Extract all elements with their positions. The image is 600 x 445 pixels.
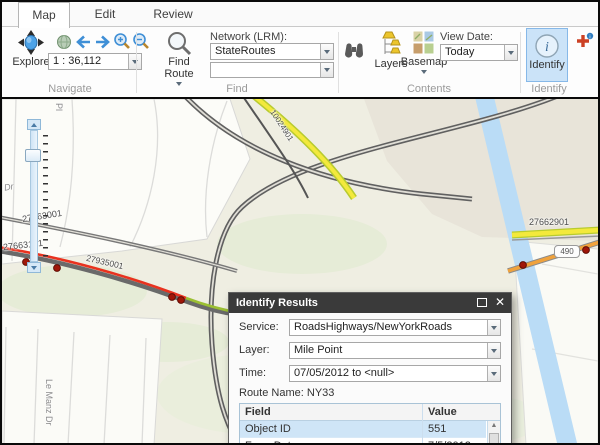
tab-strip: Map Edit Review [2, 2, 598, 27]
map-scale-value: 1 : 36,112 [53, 54, 126, 69]
maximize-icon[interactable] [477, 298, 487, 307]
value-cell: 7/5/2012 [428, 438, 471, 443]
chevron-down-icon [508, 51, 514, 55]
identify-results-dialog: Identify Results ✕ Service: RoadsHighway… [228, 292, 512, 443]
find-route-label-1: Find [168, 56, 189, 68]
tab-map[interactable]: Map [18, 2, 70, 28]
zoom-slider-ticks [43, 135, 48, 257]
field-cell: From Date [245, 438, 297, 443]
service-combobox[interactable]: RoadsHighways/NewYorkRoads [289, 319, 501, 336]
identify-icon: i [534, 33, 560, 59]
route-value-combobox[interactable] [210, 62, 334, 78]
view-date-dropdown[interactable] [504, 45, 517, 60]
svg-text:i: i [589, 34, 590, 40]
table-row[interactable]: From Date 7/5/2012 [240, 438, 486, 443]
route-name-value: NY33 [307, 387, 335, 399]
zoom-slider-down-button[interactable] [27, 262, 41, 273]
chevron-down-icon [132, 60, 138, 64]
layer-label: Layer: [239, 344, 270, 356]
table-header: Field Value [240, 404, 500, 421]
scrollbar-thumb[interactable] [489, 433, 499, 443]
view-date-label: View Date: [440, 31, 493, 43]
group-label-contents: Contents [338, 83, 520, 96]
identify-button[interactable]: i Identify [526, 28, 568, 82]
time-dropdown[interactable] [487, 366, 500, 381]
tab-edit[interactable]: Edit [80, 2, 130, 27]
identify-route-tool-icon[interactable]: i [574, 32, 594, 51]
explore-label: Explore [12, 56, 49, 68]
route-value-dropdown[interactable] [320, 63, 333, 77]
map-scale-combobox[interactable]: 1 : 36,112 [48, 53, 142, 70]
svg-text:i: i [545, 40, 549, 55]
globe-icon[interactable] [56, 34, 72, 50]
layer-dropdown[interactable] [487, 343, 500, 358]
forward-arrow-icon[interactable] [94, 34, 111, 50]
view-date-combobox[interactable]: Today [440, 44, 518, 61]
zoom-out-icon[interactable] [132, 32, 150, 50]
network-lrm-label: Network (LRM): [210, 31, 287, 43]
network-lrm-value: StateRoutes [215, 44, 318, 59]
chevron-down-icon [491, 372, 497, 376]
map-scale-dropdown[interactable] [128, 54, 141, 69]
field-cell: Object ID [245, 421, 291, 437]
zoom-in-icon[interactable] [113, 32, 131, 50]
route-name-text: Route Name: NY33 [239, 387, 334, 399]
highway-shield-490: 490 [554, 245, 580, 258]
chevron-down-icon [324, 68, 330, 72]
view-date-value: Today [445, 45, 502, 60]
value-cell: 551 [428, 421, 446, 437]
dialog-title: Identify Results [236, 293, 318, 313]
explore-icon [18, 30, 44, 56]
layer-value: Mile Point [294, 343, 485, 358]
dialog-titlebar[interactable]: Identify Results ✕ [229, 293, 511, 313]
field-column-header: Field [245, 404, 271, 420]
find-route-magnifier-icon [166, 30, 192, 56]
triangle-down-icon [31, 266, 37, 270]
time-label: Time: [239, 367, 266, 379]
map-view[interactable]: 27663001 27663101 27935001 27662901 1002… [2, 97, 598, 443]
basemap-icon [412, 30, 436, 56]
value-column-header: Value [428, 404, 457, 420]
scroll-up-icon[interactable]: ▲ [488, 422, 500, 429]
table-row[interactable]: Object ID 551 [240, 421, 486, 438]
street-label-pl: Pl [54, 103, 64, 111]
find-route-button[interactable]: Find Route [156, 30, 202, 86]
service-dropdown[interactable] [487, 320, 500, 335]
route-name-label: Route Name: [239, 387, 304, 399]
application-window: Map Edit Review Explore [0, 0, 600, 445]
chevron-down-icon [324, 50, 330, 54]
close-icon[interactable]: ✕ [495, 293, 505, 312]
column-divider [422, 404, 423, 443]
group-label-identify: Identify [514, 83, 584, 96]
attribute-table: Field Value Object ID 551 From Date 7/5/… [239, 403, 501, 443]
street-label-dr: Dr [3, 181, 14, 192]
ribbon: Map Edit Review Explore [2, 2, 598, 97]
triangle-up-icon [31, 123, 37, 127]
layers-icon [379, 30, 403, 58]
zoom-slider-handle[interactable] [25, 149, 41, 162]
chevron-down-icon [491, 326, 497, 330]
network-lrm-dropdown[interactable] [320, 44, 333, 59]
network-lrm-combobox[interactable]: StateRoutes [210, 43, 334, 60]
zoom-slider-up-button[interactable] [27, 119, 41, 130]
time-combobox[interactable]: 07/05/2012 to <null> [289, 365, 501, 382]
service-value: RoadsHighways/NewYorkRoads [294, 320, 485, 335]
layer-combobox[interactable]: Mile Point [289, 342, 501, 359]
time-value: 07/05/2012 to <null> [294, 366, 485, 381]
group-label-find: Find [136, 83, 338, 96]
group-label-navigate: Navigate [4, 83, 136, 96]
back-arrow-icon[interactable] [75, 34, 92, 50]
chevron-down-icon [491, 349, 497, 353]
tab-review[interactable]: Review [145, 2, 201, 27]
service-label: Service: [239, 321, 279, 333]
identify-label: Identify [529, 59, 564, 71]
table-scrollbar[interactable]: ▲ ▼ [487, 421, 500, 443]
route-label-27662901: 27662901 [529, 217, 569, 227]
street-label-le-manz-dr: Le Manz Dr [44, 379, 54, 431]
binoculars-icon[interactable] [343, 41, 365, 60]
chevron-down-icon [421, 70, 427, 74]
find-route-label-2: Route [164, 68, 193, 80]
